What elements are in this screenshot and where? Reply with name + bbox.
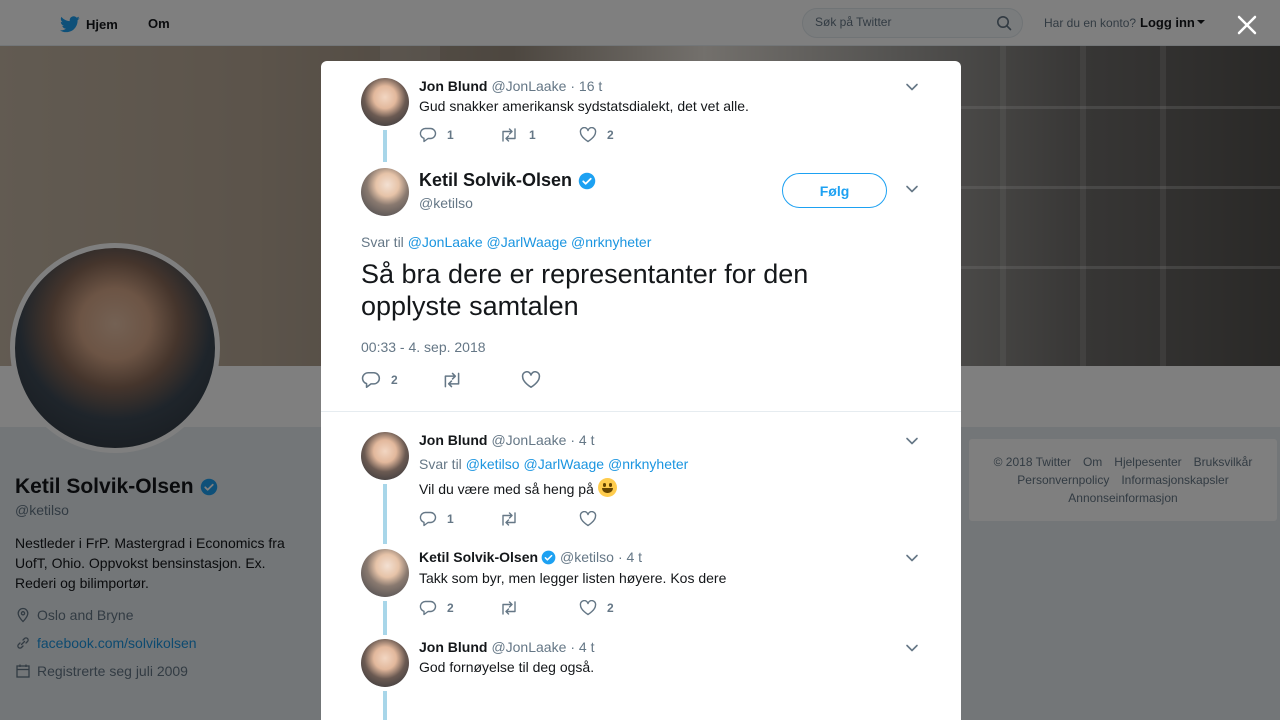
- thread-line: [383, 484, 387, 544]
- like-button[interactable]: 2: [579, 127, 659, 143]
- retweet-count: 1: [529, 128, 536, 142]
- tweet-actions: 1: [419, 511, 659, 527]
- retweet-icon: [502, 128, 516, 142]
- tweet-author-handle[interactable]: @ketilso: [560, 549, 614, 565]
- heart-icon: [579, 127, 597, 143]
- thread-line: [383, 691, 387, 720]
- reply-to-prefix: Svar til: [361, 234, 404, 250]
- retweet-button[interactable]: [441, 371, 521, 389]
- tweet-header: Jon Blund @JonLaake · 16 t: [419, 78, 602, 94]
- reply-tweet[interactable]: Ketil Solvik-Olsen @ketilso · 4 t Takk s…: [361, 549, 921, 635]
- main-tweet-actions: 2: [361, 371, 601, 389]
- tweet-text: Vil du være med så heng på: [419, 478, 617, 497]
- reply-count: 1: [447, 128, 454, 142]
- retweet-icon: [502, 512, 516, 526]
- tweet-author-handle[interactable]: @JonLaake: [491, 78, 566, 94]
- mention-link[interactable]: @nrknyheter: [571, 234, 651, 250]
- tweet-header: Jon Blund @JonLaake · 4 t: [419, 432, 595, 448]
- tweet-author-name[interactable]: Jon Blund: [419, 639, 487, 655]
- reply-tweet[interactable]: Jon Blund @JonLaake · 4 t God fornøyelse…: [361, 639, 921, 720]
- chevron-down-icon[interactable]: [905, 182, 919, 196]
- avatar[interactable]: [361, 168, 409, 216]
- heart-icon: [521, 371, 541, 388]
- main-tweet-author[interactable]: Ketil Solvik-Olsen: [419, 170, 596, 191]
- retweet-button[interactable]: 1: [499, 127, 579, 143]
- divider: [321, 411, 961, 412]
- chevron-down-icon[interactable]: [905, 80, 919, 94]
- verified-badge-icon: [578, 172, 596, 189]
- grinning-face-emoji-icon: [597, 478, 617, 497]
- tweet-author-handle[interactable]: @JonLaake: [491, 432, 566, 448]
- reply-count: 2: [391, 373, 398, 387]
- verified-badge-icon: [541, 550, 556, 564]
- tweet-modal: Jon Blund @JonLaake · 16 t Gud snakker a…: [321, 61, 961, 720]
- mention-link[interactable]: @ketilso: [466, 456, 520, 472]
- reply-count: 2: [447, 601, 454, 615]
- like-count: 2: [607, 128, 614, 142]
- main-tweet-header: Ketil Solvik-Olsen @ketilso Følg: [361, 168, 921, 228]
- parent-tweet[interactable]: Jon Blund @JonLaake · 16 t Gud snakker a…: [361, 78, 921, 168]
- reply-tweet[interactable]: Jon Blund @JonLaake · 4 t Svar til @keti…: [361, 432, 921, 544]
- reply-icon: [361, 371, 381, 388]
- like-button[interactable]: [579, 511, 659, 527]
- mention-link[interactable]: @JarlWaage: [487, 234, 568, 250]
- tweet-time[interactable]: · 4 t: [618, 549, 642, 565]
- follow-button[interactable]: Følg: [782, 173, 887, 208]
- avatar[interactable]: [361, 549, 409, 597]
- tweet-text: Gud snakker amerikansk sydstatsdialekt, …: [419, 98, 749, 114]
- thread-line: [383, 130, 387, 162]
- main-tweet-author-name[interactable]: Ketil Solvik-Olsen: [419, 170, 572, 191]
- reply-button[interactable]: 1: [419, 127, 499, 143]
- tweet-text: Takk som byr, men legger listen høyere. …: [419, 570, 727, 586]
- tweet-header: Jon Blund @JonLaake · 4 t: [419, 639, 595, 655]
- heart-icon: [579, 511, 597, 527]
- main-tweet-timestamp[interactable]: 00:33 - 4. sep. 2018: [361, 339, 486, 355]
- tweet-time[interactable]: · 4 t: [570, 432, 594, 448]
- reply-icon: [419, 127, 437, 143]
- main-tweet-text: Så bra dere er representanter for den op…: [361, 259, 809, 321]
- like-button[interactable]: [521, 371, 601, 389]
- retweet-button[interactable]: [499, 511, 579, 527]
- tweet-actions: 1 1 2: [419, 127, 659, 143]
- chevron-down-icon[interactable]: [905, 434, 919, 448]
- avatar[interactable]: [361, 78, 409, 126]
- tweet-actions: 2 2: [419, 600, 659, 616]
- main-tweet-reply-to: Svar til @JonLaake @JarlWaage @nrknyhete…: [361, 234, 651, 250]
- tweet-author-handle[interactable]: @JonLaake: [491, 639, 566, 655]
- retweet-icon: [444, 372, 460, 388]
- main-tweet-handle[interactable]: @ketilso: [419, 195, 473, 211]
- reply-to-prefix: Svar til: [419, 456, 462, 472]
- mention-link[interactable]: @JonLaake: [408, 234, 483, 250]
- tweet-author-name[interactable]: Jon Blund: [419, 432, 487, 448]
- reply-button[interactable]: 1: [419, 511, 499, 527]
- mention-link[interactable]: @nrknyheter: [608, 456, 688, 472]
- retweet-icon: [502, 601, 516, 615]
- tweet-time[interactable]: · 16 t: [570, 78, 602, 94]
- tweet-time[interactable]: · 4 t: [570, 639, 594, 655]
- reply-button[interactable]: 2: [419, 600, 499, 616]
- avatar[interactable]: [361, 432, 409, 480]
- close-icon[interactable]: [1236, 14, 1258, 36]
- like-button[interactable]: 2: [579, 600, 659, 616]
- reply-icon: [419, 511, 437, 527]
- avatar[interactable]: [361, 639, 409, 687]
- mention-link[interactable]: @JarlWaage: [523, 456, 604, 472]
- tweet-text: God fornøyelse til deg også.: [419, 659, 595, 675]
- reply-icon: [419, 600, 437, 616]
- like-count: 2: [607, 601, 614, 615]
- retweet-button[interactable]: [499, 600, 579, 616]
- heart-icon: [579, 600, 597, 616]
- tweet-reply-to: Svar til @ketilso @JarlWaage @nrknyheter: [419, 456, 688, 472]
- tweet-author-name[interactable]: Ketil Solvik-Olsen: [419, 549, 538, 565]
- thread-line: [383, 601, 387, 635]
- tweet-text-content: Vil du være med så heng på: [419, 481, 594, 497]
- tweet-author-name[interactable]: Jon Blund: [419, 78, 487, 94]
- chevron-down-icon[interactable]: [905, 641, 919, 655]
- tweet-header: Ketil Solvik-Olsen @ketilso · 4 t: [419, 549, 642, 565]
- chevron-down-icon[interactable]: [905, 551, 919, 565]
- reply-count: 1: [447, 512, 454, 526]
- reply-button[interactable]: 2: [361, 371, 441, 389]
